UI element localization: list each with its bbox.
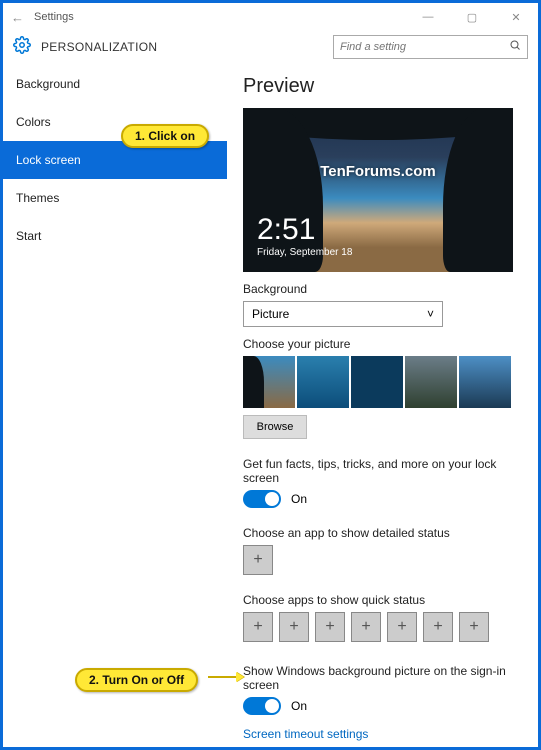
sidebar-item-label: Lock screen — [16, 153, 81, 167]
sidebar-item-label: Start — [16, 229, 41, 243]
search-box[interactable] — [333, 35, 528, 59]
fun-facts-toggle[interactable] — [243, 490, 281, 508]
preview-heading: Preview — [243, 75, 526, 98]
add-quick-app-button[interactable]: + — [315, 612, 345, 642]
chevron-down-icon: ˅ — [427, 307, 434, 321]
signin-bg-label: Show Windows background picture on the s… — [243, 664, 526, 692]
plus-icon: + — [289, 618, 298, 636]
signin-bg-state: On — [291, 699, 307, 713]
preview-clock: 2:51 Friday, September 18 — [257, 213, 352, 258]
add-quick-app-button[interactable]: + — [387, 612, 417, 642]
plus-icon: + — [253, 618, 262, 636]
add-quick-app-button[interactable]: + — [243, 612, 273, 642]
lockscreen-preview: TenForums.com 2:51 Friday, September 18 — [243, 108, 513, 272]
sidebar-item-label: Themes — [16, 191, 59, 205]
sidebar-item-start[interactable]: Start — [3, 217, 227, 255]
content-pane: Preview TenForums.com 2:51 Friday, Septe… — [227, 65, 538, 747]
plus-icon: + — [361, 618, 370, 636]
sidebar: Background Colors Lock screen Themes Sta… — [3, 65, 227, 747]
clock-time: 2:51 — [257, 213, 352, 247]
plus-icon: + — [433, 618, 442, 636]
choose-picture-label: Choose your picture — [243, 337, 526, 351]
plus-icon: + — [397, 618, 406, 636]
background-dropdown[interactable]: Picture ˅ — [243, 301, 443, 327]
background-label: Background — [243, 282, 526, 296]
add-quick-app-button[interactable]: + — [459, 612, 489, 642]
plus-icon: + — [469, 618, 478, 636]
plus-icon: + — [253, 551, 262, 569]
browse-button[interactable]: Browse — [243, 415, 307, 439]
sidebar-item-label: Colors — [16, 115, 51, 129]
thumbnail[interactable] — [351, 356, 403, 408]
back-button[interactable]: ← — [11, 10, 24, 25]
add-quick-app-button[interactable]: + — [423, 612, 453, 642]
quick-status-label: Choose apps to show quick status — [243, 593, 526, 607]
header-title: PERSONALIZATION — [41, 40, 157, 54]
title-bar: ← Settings — ▢ ✕ — [3, 3, 538, 31]
plus-icon: + — [325, 618, 334, 636]
callout-2-arrow — [208, 676, 242, 678]
search-input[interactable] — [340, 41, 509, 53]
search-icon — [509, 38, 521, 56]
browse-label: Browse — [257, 421, 294, 433]
thumbnail[interactable] — [459, 356, 511, 408]
header: PERSONALIZATION — [3, 31, 538, 65]
dropdown-value: Picture — [252, 307, 289, 321]
sidebar-item-themes[interactable]: Themes — [3, 179, 227, 217]
clock-date: Friday, September 18 — [257, 247, 352, 258]
thumbnail[interactable] — [243, 356, 295, 408]
thumbnail[interactable] — [297, 356, 349, 408]
maximize-button[interactable]: ▢ — [450, 3, 494, 31]
thumbnail[interactable] — [405, 356, 457, 408]
picture-thumbnails — [243, 356, 526, 408]
watermark-text: TenForums.com — [243, 163, 513, 180]
minimize-button[interactable]: — — [406, 3, 450, 31]
add-detailed-app-button[interactable]: + — [243, 545, 273, 575]
detailed-status-label: Choose an app to show detailed status — [243, 526, 526, 540]
sidebar-item-background[interactable]: Background — [3, 65, 227, 103]
add-quick-app-button[interactable]: + — [351, 612, 381, 642]
timeout-link[interactable]: Screen timeout settings — [243, 727, 526, 741]
sidebar-item-label: Background — [16, 77, 80, 91]
signin-bg-toggle[interactable] — [243, 697, 281, 715]
app-title: Settings — [34, 11, 74, 23]
fun-facts-state: On — [291, 492, 307, 506]
close-button[interactable]: ✕ — [494, 3, 538, 31]
callout-2: 2. Turn On or Off — [75, 668, 198, 692]
add-quick-app-button[interactable]: + — [279, 612, 309, 642]
gear-icon — [13, 36, 31, 59]
fun-facts-label: Get fun facts, tips, tricks, and more on… — [243, 457, 526, 485]
callout-1: 1. Click on — [121, 124, 209, 148]
